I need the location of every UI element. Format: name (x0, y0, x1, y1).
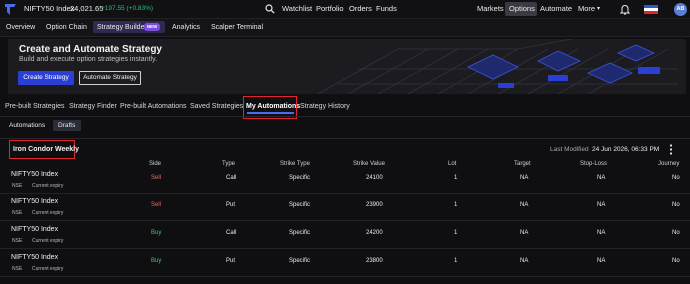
logo-icon[interactable] (4, 3, 17, 16)
nav-automate[interactable]: Automate (540, 4, 572, 13)
flag-icon[interactable] (644, 5, 658, 14)
strategy-name[interactable]: Iron Condor Weekly (13, 146, 79, 153)
tab-strategy-history[interactable]: Strategy History (300, 103, 350, 110)
subnav-option-chain[interactable]: Option Chain (46, 24, 87, 31)
divider (0, 138, 690, 139)
row-exchange: NSE (12, 266, 23, 272)
nav-options[interactable]: Options (509, 4, 535, 13)
nav-funds[interactable]: Funds (376, 4, 397, 13)
row-strike-value: 23800 (366, 258, 383, 264)
nav-markets[interactable]: Markets (477, 4, 504, 13)
row-strike-type: Specific (289, 258, 311, 264)
automate-strategy-button[interactable]: Automate Strategy (79, 71, 141, 85)
row-strike-value: 24200 (366, 230, 383, 236)
nav-more[interactable]: More (578, 4, 595, 13)
row-type: Call (226, 175, 237, 181)
banner-illustration (318, 39, 678, 94)
row-instrument: NIFTY50 Index (11, 198, 59, 205)
row-stop-loss: NA (597, 258, 606, 264)
tab-pre-built-automations[interactable]: Pre-built Automations (120, 103, 187, 110)
row-strike-type: Specific (289, 230, 311, 236)
row-instrument: NIFTY50 Index (11, 171, 59, 178)
chevron-down-icon[interactable]: ▾ (597, 5, 600, 12)
row-divider (0, 220, 690, 221)
col-header-stop-loss: Stop-Loss (580, 161, 608, 167)
subnav-scalper-terminal[interactable]: Scalper Terminal (211, 24, 263, 31)
col-header-target: Target (514, 161, 531, 167)
col-header-journey: Journey (658, 161, 680, 167)
tab-strategy-finder[interactable]: Strategy Finder (69, 103, 117, 110)
row-lot: 1 (454, 175, 458, 181)
col-header-type: Type (222, 161, 236, 167)
col-header-lot: Lot (448, 161, 457, 167)
search-icon[interactable] (265, 4, 275, 14)
row-strike-value: 24100 (366, 175, 383, 181)
kebab-menu-icon[interactable] (669, 144, 673, 155)
row-target: NA (520, 202, 529, 208)
last-modified-value: 24 Jun 2026, 06:33 PM (592, 146, 660, 153)
row-type: Put (226, 258, 236, 264)
row-strike-value: 23900 (366, 202, 383, 208)
tab-saved-strategies[interactable]: Saved Strategies (190, 103, 243, 110)
subnav-strategy-builder[interactable]: Strategy Builder (97, 24, 147, 31)
row-divider (0, 276, 690, 277)
row-target: NA (520, 230, 529, 236)
nav-orders[interactable]: Orders (349, 4, 372, 13)
nav-watchlist[interactable]: Watchlist (282, 4, 312, 13)
row-expiry: Current expiry (32, 210, 64, 216)
row-divider (0, 193, 690, 194)
index-symbol[interactable]: NIFTY50 Index (24, 4, 74, 13)
row-expiry: Current expiry (32, 183, 64, 189)
row-journey: No (672, 202, 680, 208)
tab-pre-built-strategies[interactable]: Pre-built Strategies (5, 103, 65, 110)
row-journey: No (672, 258, 680, 264)
create-strategy-button[interactable]: Create Strategy (18, 71, 74, 85)
row-type: Put (226, 202, 236, 208)
subnav-analytics[interactable]: Analytics (172, 24, 200, 31)
row-stop-loss: NA (597, 230, 606, 236)
index-change: +197.55 (+0.83%) (101, 4, 154, 12)
row-divider (0, 248, 690, 249)
row-stop-loss: NA (597, 202, 606, 208)
row-expiry: Current expiry (32, 238, 64, 244)
subtab-automations[interactable]: Automations (9, 122, 45, 129)
row-lot: 1 (454, 258, 458, 264)
row-journey: No (672, 230, 680, 236)
col-header-strike-value: Strike Value (353, 161, 385, 167)
subnav-overview[interactable]: Overview (6, 24, 35, 31)
col-header-side: Side (149, 161, 162, 167)
row-lot: 1 (454, 230, 458, 236)
last-modified-label: Last Modified (550, 146, 589, 153)
row-stop-loss: NA (597, 175, 606, 181)
row-instrument: NIFTY50 Index (11, 226, 59, 233)
index-price: 24,021.65 (70, 4, 104, 13)
row-side: Buy (151, 230, 162, 236)
row-lot: 1 (454, 202, 458, 208)
row-exchange: NSE (12, 238, 23, 244)
row-target: NA (520, 175, 529, 181)
new-badge: NEW (144, 23, 160, 31)
nav-portfolio[interactable]: Portfolio (316, 4, 344, 13)
row-side: Sell (151, 202, 162, 208)
row-type: Call (226, 230, 237, 236)
col-header-strike-type: Strike Type (280, 161, 310, 167)
divider (0, 116, 690, 117)
bell-icon[interactable] (620, 4, 630, 15)
row-exchange: NSE (12, 183, 23, 189)
avatar[interactable]: AB (674, 3, 687, 16)
row-journey: No (672, 175, 680, 181)
banner-subtitle: Build and execute option strategies inst… (19, 56, 158, 63)
row-strike-type: Specific (289, 202, 311, 208)
banner-title: Create and Automate Strategy (19, 44, 162, 55)
subtab-drafts[interactable]: Drafts (58, 122, 75, 129)
row-side: Buy (151, 258, 162, 264)
row-expiry: Current expiry (32, 266, 64, 272)
row-instrument: NIFTY50 Index (11, 254, 59, 261)
row-target: NA (520, 258, 529, 264)
row-side: Sell (151, 175, 162, 181)
row-exchange: NSE (12, 210, 23, 216)
row-strike-type: Specific (289, 175, 311, 181)
